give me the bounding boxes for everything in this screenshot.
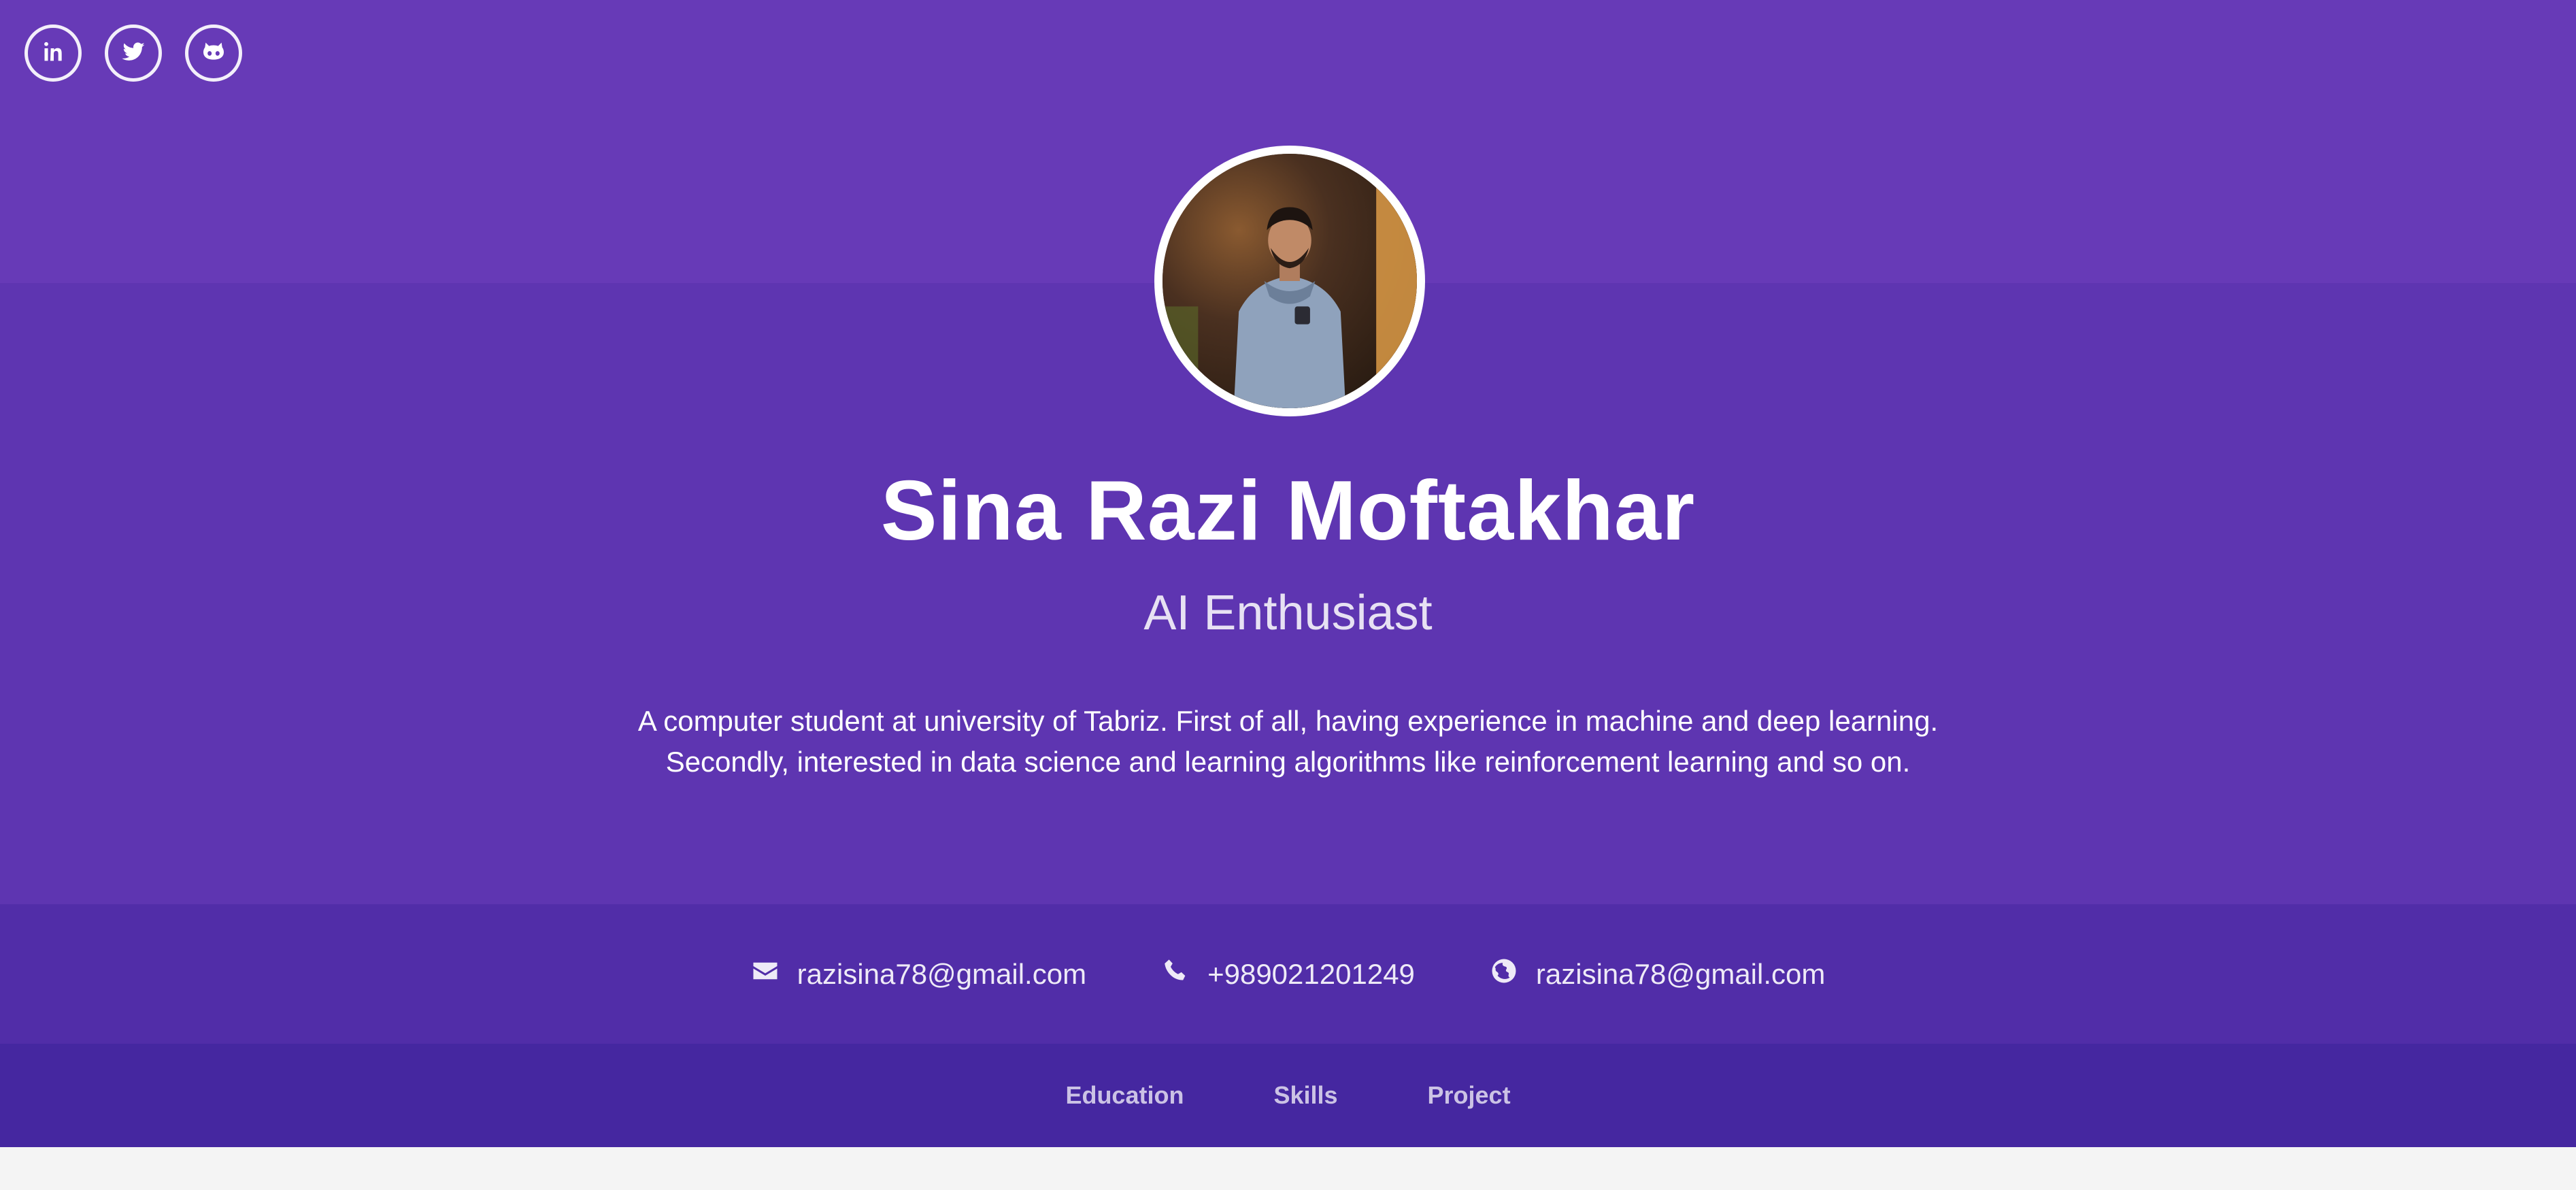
github-icon <box>200 38 227 69</box>
email-contact[interactable]: razisina78@gmail.com <box>751 957 1086 992</box>
twitter-icon <box>120 38 147 69</box>
nav-skills[interactable]: Skills <box>1273 1081 1337 1110</box>
nav-education[interactable]: Education <box>1065 1081 1184 1110</box>
phone-text: +989021201249 <box>1207 957 1415 990</box>
profile-photo <box>1154 146 1425 416</box>
website-contact[interactable]: razisina78@gmail.com <box>1490 957 1825 992</box>
contact-list: razisina78@gmail.com +989021201249 razis… <box>0 904 2576 1044</box>
envelope-icon <box>751 957 780 992</box>
linkedin-link[interactable] <box>24 24 82 82</box>
website-text: razisina78@gmail.com <box>1535 957 1826 990</box>
globe-icon <box>1490 957 1518 992</box>
profile-name: Sina Razi Moftakhar <box>880 464 1696 558</box>
email-text: razisina78@gmail.com <box>797 957 1087 990</box>
twitter-link[interactable] <box>105 24 162 82</box>
github-link[interactable] <box>185 24 242 82</box>
phone-contact[interactable]: +989021201249 <box>1161 957 1415 992</box>
profile-bio: A computer student at university of Tabr… <box>637 705 1939 778</box>
social-links <box>24 24 242 82</box>
section-nav: Education Skills Project <box>0 1044 2576 1147</box>
profile-header: Sina Razi Moftakhar AI Enthusiast A comp… <box>0 0 2576 1147</box>
nav-project[interactable]: Project <box>1428 1081 1511 1110</box>
phone-icon <box>1161 957 1190 992</box>
profile-role: AI Enthusiast <box>1143 586 1433 640</box>
linkedin-icon <box>39 38 67 69</box>
